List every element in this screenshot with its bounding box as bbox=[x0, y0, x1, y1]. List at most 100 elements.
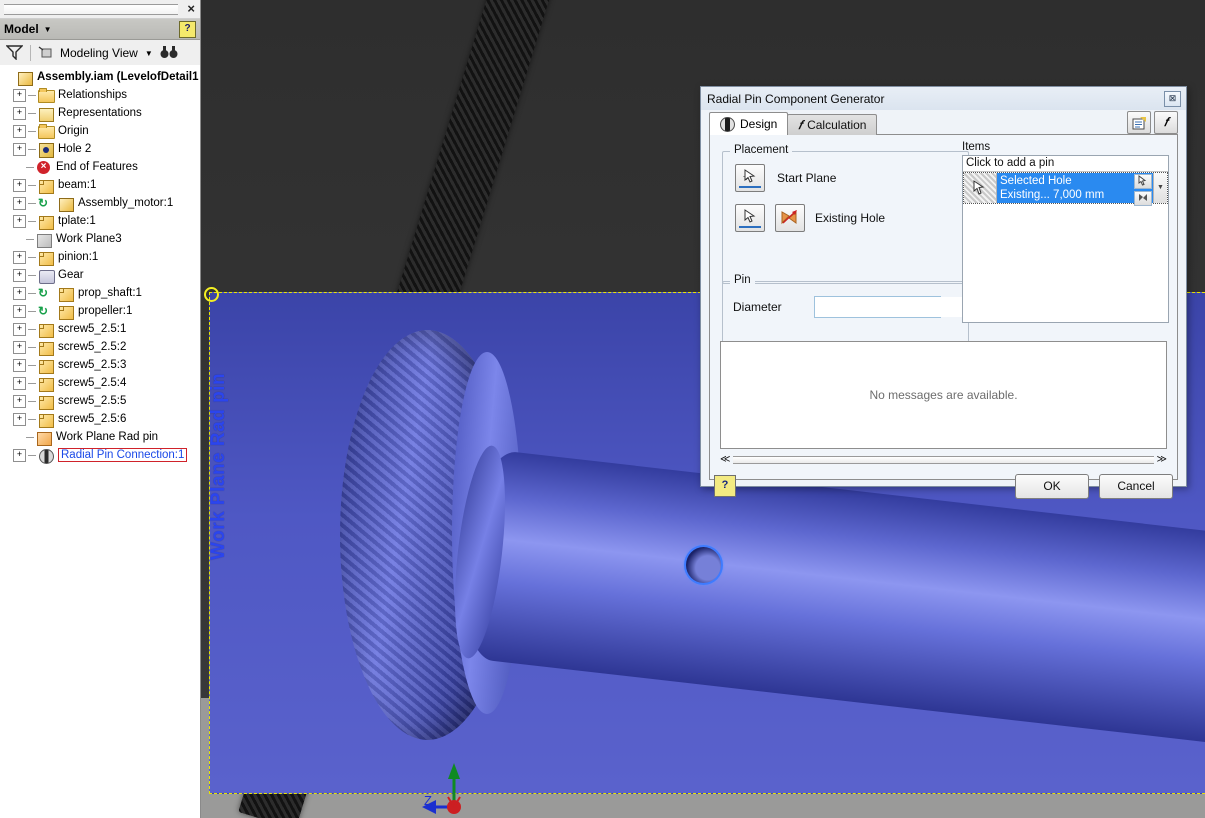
filter-funnel-icon[interactable] bbox=[5, 44, 24, 63]
expand-toggle-icon[interactable]: + bbox=[13, 106, 26, 120]
tree-connector bbox=[28, 346, 36, 348]
selected-hole-highlight[interactable] bbox=[684, 545, 723, 585]
tree-item-representations[interactable]: + Representations bbox=[0, 104, 200, 122]
expand-toggle-icon[interactable]: + bbox=[13, 286, 26, 300]
tree-item-work-plane3[interactable]: Work Plane3 bbox=[0, 230, 200, 248]
tree-connector bbox=[28, 220, 36, 222]
binoculars-icon[interactable] bbox=[160, 45, 178, 62]
tree-item-label: Gear bbox=[58, 269, 84, 281]
expand-toggle-icon[interactable]: + bbox=[13, 304, 26, 318]
cancel-button[interactable]: Cancel bbox=[1099, 473, 1173, 499]
model-tree[interactable]: Assembly.iam (LevelofDetail1 + Relationshi… bbox=[0, 65, 200, 778]
start-plane-select-button[interactable]: ⌖ bbox=[735, 164, 765, 192]
tree-item-end-of-features[interactable]: × End of Features bbox=[0, 158, 200, 176]
expand-toggle-icon[interactable]: + bbox=[13, 448, 26, 462]
tree-item-assembly-iam-levelofdetail1[interactable]: Assembly.iam (LevelofDetail1 bbox=[0, 68, 200, 86]
existing-hole-select-button[interactable] bbox=[735, 204, 765, 232]
expand-toggle-icon[interactable]: + bbox=[13, 250, 26, 264]
message-splitter[interactable]: ≪ ≫ bbox=[720, 453, 1167, 466]
expand-toggle-icon[interactable]: + bbox=[13, 358, 26, 372]
fx-icon[interactable]: 𝑓 bbox=[1154, 111, 1178, 134]
tree-item-screw5-2-5-1[interactable]: + screw5_2.5:1 bbox=[0, 320, 200, 338]
tree-item-work-plane-rad-pin[interactable]: Work Plane Rad pin bbox=[0, 428, 200, 446]
expand-toggle-icon[interactable]: + bbox=[13, 88, 26, 102]
tree-connector bbox=[28, 328, 36, 330]
item-line-2: Existing... 7,000 mm bbox=[1000, 189, 1105, 201]
modeling-view-label[interactable]: Modeling View bbox=[60, 46, 138, 60]
expand-toggle-icon[interactable]: + bbox=[13, 412, 26, 426]
expand-toggle-icon[interactable]: + bbox=[13, 196, 26, 210]
dialog-title-bar[interactable]: Radial Pin Component Generator ⊠ bbox=[701, 87, 1186, 110]
collapse-left-icon[interactable]: ≪ bbox=[720, 454, 730, 465]
expand-toggle-icon[interactable]: + bbox=[13, 214, 26, 228]
existing-hole-reference-button[interactable] bbox=[775, 204, 805, 232]
tree-connector bbox=[26, 238, 34, 240]
tree-connector bbox=[28, 130, 36, 132]
items-list[interactable]: Click to add a pin Selected Hole Existin… bbox=[962, 155, 1169, 323]
browser-toolbar[interactable]: Modeling View ▼ bbox=[0, 40, 200, 67]
tree-item-radial-pin-connection-1[interactable]: + Radial Pin Connection:1 bbox=[0, 446, 200, 464]
panel-close-button[interactable]: × bbox=[187, 1, 195, 16]
radial-pin-component-generator-dialog[interactable]: Radial Pin Component Generator ⊠ Design … bbox=[700, 86, 1187, 499]
model-browser-panel[interactable]: × Model ▼ ? Modeling View ▼ Assembly.iam… bbox=[0, 0, 201, 818]
part-icon bbox=[58, 304, 74, 320]
item-action-buttons[interactable] bbox=[1133, 173, 1153, 206]
item-delete-icon[interactable] bbox=[1134, 191, 1152, 206]
item-select-icon[interactable] bbox=[1134, 174, 1152, 189]
tree-item-propeller-1[interactable]: + ↻ propeller:1 bbox=[0, 302, 200, 320]
item-labels: Selected Hole Existing... 7,000 mm bbox=[997, 173, 1133, 203]
ok-button[interactable]: OK bbox=[1015, 473, 1089, 499]
svg-text:Z: Z bbox=[424, 793, 432, 808]
browser-help-icon[interactable]: ? bbox=[179, 20, 196, 38]
expand-toggle-icon[interactable]: + bbox=[13, 268, 26, 282]
part-icon bbox=[38, 322, 54, 338]
expand-toggle-icon[interactable]: + bbox=[13, 394, 26, 408]
splitter-bar[interactable] bbox=[733, 455, 1154, 464]
diameter-input[interactable] bbox=[815, 297, 976, 317]
dialog-footer: ? OK Cancel bbox=[714, 471, 1173, 501]
tree-item-gear[interactable]: + Gear bbox=[0, 266, 200, 284]
browser-title: Model bbox=[4, 22, 39, 36]
tab-design[interactable]: Design bbox=[709, 112, 789, 135]
chevron-down-icon[interactable]: ▼ bbox=[1153, 173, 1167, 203]
tree-item-origin[interactable]: + Origin bbox=[0, 122, 200, 140]
close-icon[interactable]: ⊠ bbox=[1164, 91, 1181, 107]
tree-item-label: Work Plane Rad pin bbox=[56, 431, 159, 443]
results-icon[interactable] bbox=[1127, 111, 1151, 134]
messages-panel: No messages are available. bbox=[720, 341, 1167, 449]
tree-item-prop-shaft-1[interactable]: + ↻ prop_shaft:1 bbox=[0, 284, 200, 302]
tree-item-screw5-2-5-2[interactable]: + screw5_2.5:2 bbox=[0, 338, 200, 356]
expand-toggle-icon[interactable]: + bbox=[13, 376, 26, 390]
tree-item-relationships[interactable]: + Relationships bbox=[0, 86, 200, 104]
expand-toggle-icon[interactable]: + bbox=[13, 178, 26, 192]
expand-toggle-icon[interactable]: + bbox=[13, 124, 26, 138]
gear-connection-icon bbox=[38, 268, 55, 284]
tree-item-assembly-motor-1[interactable]: + ↻ Assembly_motor:1 bbox=[0, 194, 200, 212]
items-list-header[interactable]: Click to add a pin bbox=[963, 156, 1168, 172]
tree-item-hole-2[interactable]: + Hole 2 bbox=[0, 140, 200, 158]
tree-item-screw5-2-5-5[interactable]: + screw5_2.5:5 bbox=[0, 392, 200, 410]
help-icon[interactable]: ? bbox=[714, 475, 736, 497]
radial-pin-icon bbox=[38, 448, 54, 464]
dialog-tab-strip[interactable]: Design 𝑓 Calculation 𝑓 bbox=[709, 111, 1178, 135]
tree-item-tplate-1[interactable]: + tplate:1 bbox=[0, 212, 200, 230]
tree-item-screw5-2-5-4[interactable]: + screw5_2.5:4 bbox=[0, 374, 200, 392]
tree-connector bbox=[28, 256, 36, 258]
list-item[interactable]: Selected Hole Existing... 7,000 mm ▼ bbox=[963, 172, 1168, 206]
panel-grip-bar[interactable]: × bbox=[0, 0, 200, 19]
tree-item-screw5-2-5-3[interactable]: + screw5_2.5:3 bbox=[0, 356, 200, 374]
item-thumbnail-icon bbox=[964, 173, 997, 203]
dialog-tool-buttons[interactable]: 𝑓 bbox=[1127, 111, 1178, 134]
expand-toggle-icon[interactable]: + bbox=[13, 142, 26, 156]
tree-item-pinion-1[interactable]: + pinion:1 bbox=[0, 248, 200, 266]
expand-toggle-icon[interactable]: + bbox=[13, 322, 26, 336]
expand-toggle-icon[interactable]: + bbox=[13, 340, 26, 354]
chevron-down-icon[interactable]: ▼ bbox=[145, 49, 153, 58]
chevron-down-icon[interactable]: ▼ bbox=[44, 25, 52, 34]
start-plane-underline bbox=[739, 186, 761, 188]
tree-item-screw5-2-5-6[interactable]: + screw5_2.5:6 bbox=[0, 410, 200, 428]
tree-item-beam-1[interactable]: + beam:1 bbox=[0, 176, 200, 194]
tab-calculation[interactable]: 𝑓 Calculation bbox=[787, 114, 878, 135]
work-plane-orange-icon bbox=[36, 430, 52, 446]
collapse-right-icon[interactable]: ≫ bbox=[1157, 454, 1167, 465]
